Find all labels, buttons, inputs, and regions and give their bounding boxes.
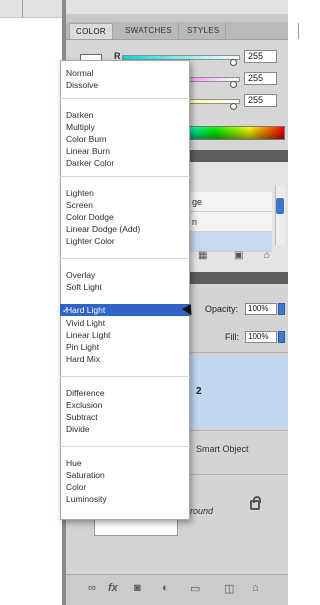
menu-item-vivid-light[interactable]: Vivid Light — [66, 318, 105, 328]
smart-object-label: Smart Object — [196, 444, 249, 454]
menu-separator — [60, 176, 190, 177]
new-layer-icon[interactable]: ◫ — [224, 582, 234, 595]
red-value-input[interactable]: 255 — [244, 50, 277, 63]
menu-item-luminosity[interactable]: Luminosity — [66, 494, 107, 504]
adjustment-icon[interactable]: ◐ — [162, 582, 169, 594]
layer-name: 2 — [196, 386, 202, 397]
opacity-input[interactable]: 100% — [245, 303, 277, 315]
menu-item-hard-light[interactable]: Hard Light — [66, 305, 105, 315]
lock-icon — [250, 496, 261, 510]
trash-icon[interactable]: ⌂ — [264, 250, 270, 261]
menu-item-lighter-color[interactable]: Lighter Color — [66, 236, 115, 246]
menu-separator — [60, 258, 190, 259]
green-value-input[interactable]: 255 — [244, 72, 277, 85]
menu-item-overlay[interactable]: Overlay — [66, 270, 95, 280]
mask-icon[interactable]: ◙ — [134, 582, 141, 594]
menu-item-linear-dodge[interactable]: Linear Dodge (Add) — [66, 224, 140, 234]
tab-swatches[interactable]: SWATCHES — [119, 23, 179, 39]
list-item-selected[interactable] — [190, 232, 272, 252]
menu-item-linear-burn[interactable]: Linear Burn — [66, 146, 110, 156]
fill-stepper[interactable] — [278, 331, 285, 343]
menu-item-hard-mix[interactable]: Hard Mix — [66, 354, 100, 364]
menu-item-color-dodge[interactable]: Color Dodge — [66, 212, 114, 222]
menu-separator — [60, 376, 190, 377]
group-icon[interactable]: ▭ — [190, 582, 200, 595]
menu-item-multiply[interactable]: Multiply — [66, 122, 95, 132]
background-layer-label: round — [190, 506, 214, 516]
menu-item-linear-light[interactable]: Linear Light — [66, 330, 110, 340]
top-divider — [22, 0, 23, 18]
styles-scroll-thumb[interactable] — [276, 198, 284, 214]
styles-scrollbar[interactable] — [275, 185, 285, 245]
menu-item-hue[interactable]: Hue — [66, 458, 82, 468]
menu-separator — [60, 446, 190, 447]
new-style-icon[interactable]: ▦ — [198, 250, 207, 261]
tab-styles[interactable]: STYLES — [181, 23, 227, 39]
menu-item-exclusion[interactable]: Exclusion — [66, 400, 102, 410]
menu-item-saturation[interactable]: Saturation — [66, 470, 105, 480]
folder-icon[interactable]: ▣ — [234, 250, 243, 261]
menu-item-dissolve[interactable]: Dissolve — [66, 80, 98, 90]
link-icon[interactable]: ∞ — [88, 582, 96, 594]
tabbar-divider — [298, 23, 299, 39]
menu-item-normal[interactable]: Normal — [66, 68, 93, 78]
menu-item-pin-light[interactable]: Pin Light — [66, 342, 99, 352]
menu-item-darker-color[interactable]: Darker Color — [66, 158, 114, 168]
menu-item-divide[interactable]: Divide — [66, 424, 90, 434]
green-slider-thumb[interactable] — [230, 81, 237, 88]
menu-item-color[interactable]: Color — [66, 482, 86, 492]
menu-item-lighten[interactable]: Lighten — [66, 188, 94, 198]
styles-toolbar: ▦ ▣ ⌂ — [190, 250, 285, 266]
menu-item-difference[interactable]: Difference — [66, 388, 105, 398]
opacity-label: Opacity: — [205, 304, 239, 314]
fx-icon[interactable]: fx — [108, 582, 118, 594]
red-slider-thumb[interactable] — [230, 59, 237, 66]
fill-input[interactable]: 100% — [245, 331, 277, 343]
menu-item-color-burn[interactable]: Color Burn — [66, 134, 107, 144]
menu-separator — [60, 98, 190, 99]
blue-value-input[interactable]: 255 — [244, 94, 277, 107]
list-item[interactable]: n — [190, 212, 272, 232]
opacity-stepper[interactable] — [278, 303, 285, 315]
tab-color[interactable]: COLOR — [69, 23, 113, 39]
trash-icon[interactable]: ⌂ — [252, 582, 259, 594]
menu-item-darken[interactable]: Darken — [66, 110, 93, 120]
menu-item-screen[interactable]: Screen — [66, 200, 93, 210]
list-item[interactable]: ge — [190, 192, 272, 212]
menu-item-soft-light[interactable]: Soft Light — [66, 282, 102, 292]
blue-slider-thumb[interactable] — [230, 103, 237, 110]
menu-item-subtract[interactable]: Subtract — [66, 412, 98, 422]
fill-label: Fill: — [225, 332, 239, 342]
color-panel-tabbar: COLOR SWATCHES STYLES — [66, 22, 299, 40]
